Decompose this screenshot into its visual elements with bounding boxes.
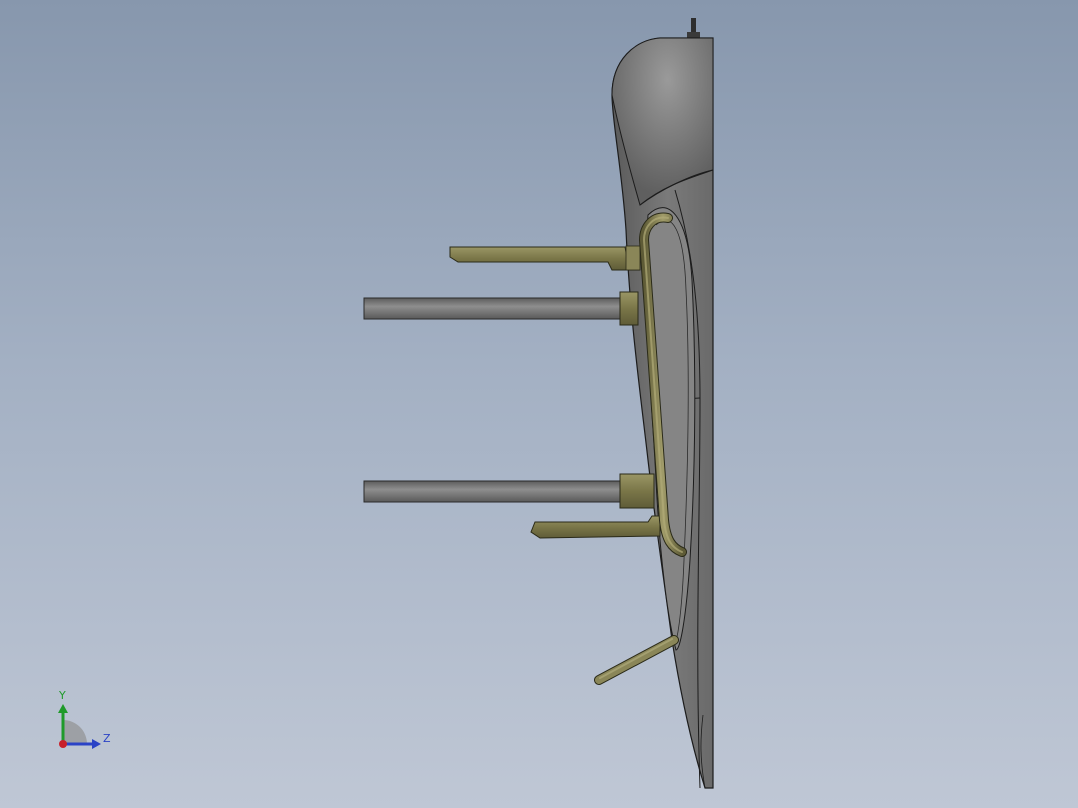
reference-triad: Y Z (40, 680, 130, 760)
upper-rod[interactable] (363, 291, 639, 326)
cad-model[interactable] (0, 0, 1078, 808)
graphics-viewport[interactable]: Y Z (0, 0, 1078, 808)
shell-body[interactable] (611, 37, 714, 789)
angled-stub[interactable] (594, 635, 679, 685)
upper-bracket[interactable] (449, 245, 641, 271)
origin-dot (59, 740, 67, 748)
lower-rod[interactable] (363, 473, 655, 509)
lower-bracket[interactable] (530, 515, 661, 539)
top-post (687, 18, 700, 39)
triad-y-label: Y (59, 689, 66, 702)
triad-z-label: Z (103, 732, 111, 745)
triad-graphic (58, 704, 101, 749)
